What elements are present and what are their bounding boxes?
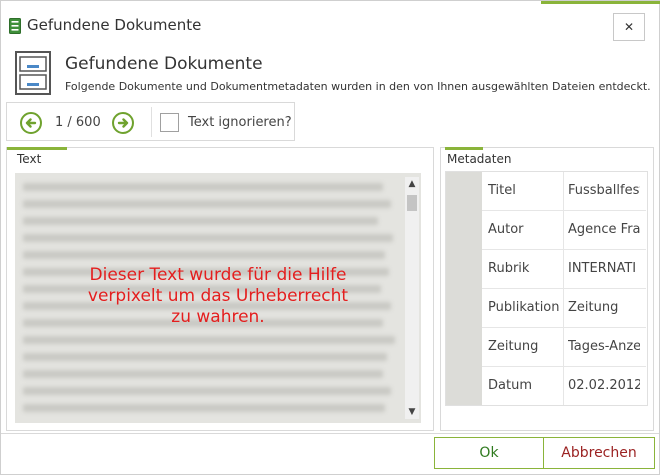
header-title: Gefundene Dokumente [65,54,263,74]
close-button[interactable]: ✕ [613,13,645,41]
scroll-down-icon[interactable]: ▼ [405,405,419,419]
metadata-label: Rubrik [488,261,530,276]
metadata-label: Titel [488,183,516,198]
scrollbar-thumb[interactable] [407,195,417,211]
ok-button[interactable]: Ok [434,437,544,469]
arrow-right-circle-icon [117,118,129,128]
metadata-label: Autor [488,222,524,237]
metadata-label: Publikation [488,300,560,315]
document-cabinet-icon [9,18,21,34]
metadata-row-divider [482,249,646,250]
ignore-text-checkbox[interactable] [160,113,179,132]
text-panel-label: Text [17,152,42,166]
footer-separator [1,433,659,434]
previous-button[interactable] [20,112,42,134]
cancel-button[interactable]: Abbrechen [543,437,655,469]
metadata-value[interactable]: Fussballfest [568,183,640,198]
metadata-row-divider [482,210,646,211]
metadata-value[interactable]: Agence Fra [568,222,640,237]
navigation-toolbar: 1 / 600 Text ignorieren? [6,102,295,141]
scroll-up-icon[interactable]: ▲ [405,177,419,191]
metadata-value[interactable]: Zeitung [568,300,640,315]
metadata-panel-label: Metadaten [447,152,512,166]
copyright-notice: Dieser Text wurde für die Hilfe verpixel… [87,265,349,327]
filing-cabinet-icon [15,51,51,95]
text-panel-accent [7,147,67,150]
toolbar-separator [151,107,152,137]
metadata-label: Datum [488,378,532,393]
metadata-row-header-column [446,172,482,405]
metadata-row-divider [482,366,646,367]
metadata-panel-accent [445,147,483,150]
document-counter: 1 / 600 [55,115,101,130]
metadata-value[interactable]: Tages-Anze [568,339,640,354]
close-icon: ✕ [623,20,635,34]
ignore-text-label: Text ignorieren? [188,115,292,130]
metadata-value[interactable]: 02.02.2012 [568,378,640,393]
window-title: Gefundene Dokumente [27,16,202,34]
metadata-row-divider [482,327,646,328]
arrow-left-circle-icon [25,118,37,128]
metadata-label: Zeitung [488,339,539,354]
title-bar: Gefundene Dokumente ✕ [1,1,659,49]
next-button[interactable] [112,112,134,134]
metadata-value[interactable]: INTERNATI [568,261,640,276]
metadata-row-divider [482,288,646,289]
dialog-window: Gefundene Dokumente ✕ Gefundene Dokument… [0,0,660,475]
header-description: Folgende Dokumente und Dokumentmetadaten… [65,80,651,93]
